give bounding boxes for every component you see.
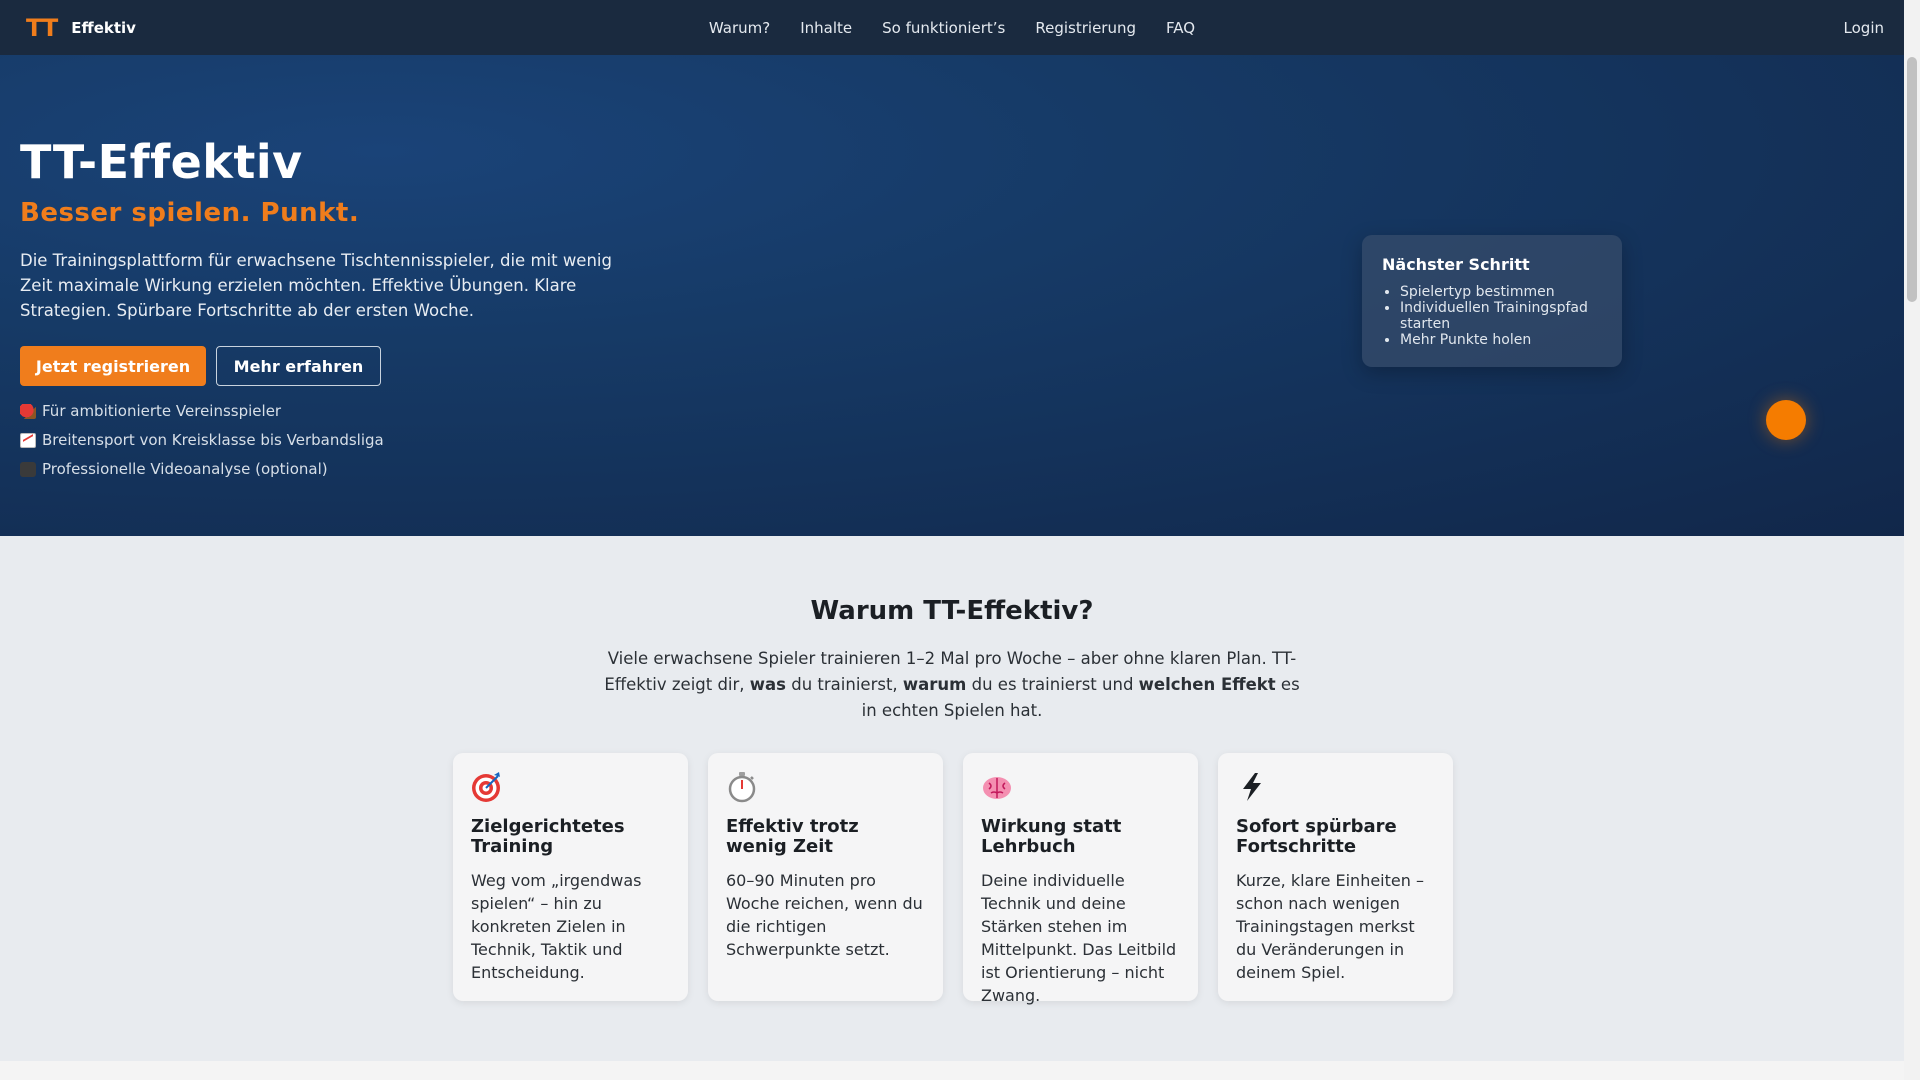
top-navbar: TT Effektiv Warum? Inhalte So funktionie… [0,0,1904,55]
video-camera-icon [20,462,36,477]
card-title: Wirkung statt Lehrbuch [981,816,1122,857]
page-scrollbar[interactable] [1904,0,1920,1080]
why-section: Warum TT-Effektiv? Viele erwachsene Spie… [0,536,1904,1061]
benefit-card: Effektiv trotz wenig Zeit 60–90 Minuten … [708,753,943,1001]
text-part: du trainierst, [786,675,903,694]
lightning-icon [1243,773,1261,801]
nav-link-warum[interactable]: Warum? [694,19,785,37]
card-title: Effektiv trotz wenig Zeit [726,816,859,857]
scrollbar-thumb[interactable] [1907,57,1917,302]
hero-subtitle: Besser spielen. Punkt. [20,198,360,228]
chart-increasing-icon [20,433,36,448]
hero-feature-list: Für ambitionierte Vereinsspieler Breiten… [20,397,384,484]
login-link[interactable]: Login [1844,0,1884,55]
card-text: Kurze, klare Einheiten – schon nach weni… [1236,871,1424,982]
next-step-title: Nächster Schritt [1382,255,1530,274]
nav-link-faq[interactable]: FAQ [1151,19,1210,37]
emphasis-warum: warum [902,675,967,694]
list-item: Für ambitionierte Vereinsspieler [20,397,384,426]
benefit-card: Wirkung statt Lehrbuch Deine individuell… [963,753,1198,1005]
list-item: Professionelle Videoanalyse (optional) [20,455,384,484]
nav-links: Warum? Inhalte So funktioniert’s Registr… [0,0,1904,55]
card-text: Deine individuelle Technik und deine Stä… [981,871,1177,1005]
card-title: Zielgerichtetes Training [471,816,625,857]
emphasis-effekt: welchen Effekt [1138,675,1276,694]
benefit-cards: Zielgerichtetes Training Weg vom „irgend… [453,753,1453,1005]
nav-link-so-funktionierts[interactable]: So funktioniert’s [867,19,1020,37]
list-item: Individuellen Trainingspfad starten [1400,300,1602,332]
next-section-edge [0,1061,1904,1080]
list-item: Breitensport von Kreisklasse bis Verband… [20,426,384,455]
card-text: Weg vom „irgendwas spielen“ – hin zu kon… [471,871,642,982]
nav-link-registrierung[interactable]: Registrierung [1020,19,1151,37]
section-description: Viele erwachsene Spieler trainieren 1–2 … [602,646,1302,724]
emphasis-was: was [749,675,786,694]
feature-text: Für ambitionierte Vereinsspieler [42,402,282,420]
text-part: du es trainierst und [966,675,1139,694]
stopwatch-icon [728,772,756,803]
card-title: Sofort spürbare Fortschritte [1236,816,1397,857]
ball-decoration-icon [1766,400,1806,440]
list-item: Mehr Punkte holen [1400,332,1602,348]
hero-description: Die Trainingsplattform für erwachsene Ti… [20,251,612,320]
feature-text: Professionelle Videoanalyse (optional) [42,460,328,478]
hero-section: TT-Effektiv Besser spielen. Punkt. Die T… [0,55,1904,536]
next-step-list: Spielertyp bestimmen Individuellen Train… [1382,284,1602,348]
hero-title: TT-Effektiv [20,135,303,189]
feature-text: Breitensport von Kreisklasse bis Verband… [42,431,384,449]
table-tennis-paddle-icon [20,404,36,419]
card-text: 60–90 Minuten pro Woche reichen, wenn du… [726,871,923,959]
next-step-card: Nächster Schritt Spielertyp bestimmen In… [1362,235,1622,367]
learn-more-button[interactable]: Mehr erfahren [216,346,381,386]
list-item: Spielertyp bestimmen [1400,284,1602,300]
register-button[interactable]: Jetzt registrieren [20,346,206,386]
benefit-card: Sofort spürbare Fortschritte Kurze, klar… [1218,753,1453,1001]
nav-link-inhalte[interactable]: Inhalte [785,19,867,37]
benefit-card: Zielgerichtetes Training Weg vom „irgend… [453,753,688,1001]
brain-icon [983,777,1011,799]
target-icon [472,772,500,802]
section-title: Warum TT-Effektiv? [810,596,1094,626]
